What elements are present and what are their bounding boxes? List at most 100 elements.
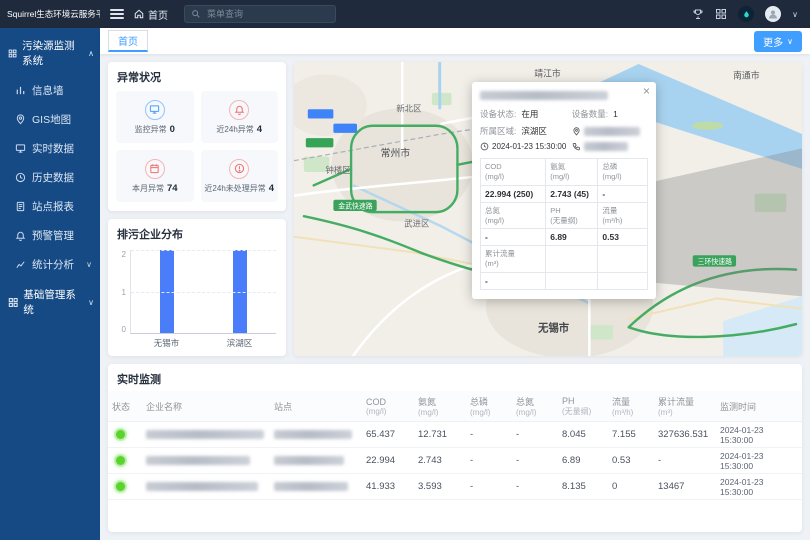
menu-search[interactable] <box>184 5 336 23</box>
topbar-actions: ∨ <box>692 6 810 22</box>
chevron-up-icon: ∧ <box>88 49 94 58</box>
bar-chart: 2 1 0 无锡市 滨湖区 <box>108 246 286 356</box>
topbar: Squirrel生态环境云服务平台 首页 ∨ <box>0 0 810 28</box>
realtime-table: 状态 企业名称 站点 COD(mg/l) 氨氮(mg/l) 总磷(mg/l) 总… <box>108 391 802 500</box>
sidebar-item-warning-mgmt[interactable]: 预警管理 <box>0 221 100 250</box>
status-dot <box>116 430 125 439</box>
map-label-city: 靖江市 <box>534 67 561 78</box>
popup-info: 设备状态:在用 设备数量:1 所属区域:滨湖区 2024-01-23 15:30… <box>480 108 648 151</box>
table-row[interactable]: 41.933 3.593 - - 8.135 0 13467 2024-01-2… <box>108 474 802 500</box>
more-button[interactable]: 更多 ∨ <box>754 31 802 52</box>
poi-chip <box>306 138 334 147</box>
apps-grid-icon[interactable] <box>715 8 727 20</box>
redacted-phone <box>584 142 628 151</box>
left-column: 异常状况 监控异常0 <box>108 62 286 356</box>
abnormal-status-card: 异常状况 监控异常0 <box>108 62 286 211</box>
device-status: 在用 <box>521 108 538 120</box>
calendar-icon <box>145 159 165 179</box>
bar-category-label: 无锡市 <box>154 337 180 348</box>
clock-icon <box>15 172 26 183</box>
location-pin-icon <box>572 127 581 136</box>
main-area: 首页 更多 ∨ 异常状况 <box>100 28 810 540</box>
region: 滨湖区 <box>521 125 547 137</box>
water-drop-logo[interactable] <box>738 6 754 22</box>
tabs-bar: 首页 更多 ∨ <box>100 28 810 54</box>
metric-value: - <box>481 229 546 246</box>
user-avatar[interactable] <box>765 6 781 22</box>
bar-0 <box>160 250 174 333</box>
stat-value: 74 <box>167 183 178 194</box>
sidebar: 污染源监测系统 ∧ 信息墙 GIS地图 实时数据 历史数据 站点报表 <box>0 28 100 540</box>
redacted-enterprise-name <box>146 430 264 439</box>
sidebar-group-label: 污染源监测系统 <box>22 38 83 68</box>
redacted-station-name <box>274 456 344 465</box>
breadcrumb-home[interactable]: 首页 <box>134 7 168 22</box>
brand-title: Squirrel生态环境云服务平台 <box>0 8 100 20</box>
popup-metrics-grid: COD(mg/l) 氨氮(mg/l) 总磷(mg/l) 22.994 (250)… <box>480 158 648 290</box>
stat-month-abnormal: 本月异常74 <box>116 150 194 202</box>
y-tick: 0 <box>122 325 126 334</box>
y-tick: 1 <box>122 288 126 297</box>
line-chart-icon <box>15 259 26 270</box>
metric-value: - <box>598 186 648 203</box>
monitor-icon <box>145 100 165 120</box>
map-label-city: 无锡市 <box>537 321 569 334</box>
chevron-down-icon[interactable]: ∨ <box>792 10 798 19</box>
panel-title: 排污企业分布 <box>108 219 286 246</box>
sidebar-group-base-system[interactable]: 基础管理系统 ∨ <box>0 279 100 325</box>
alert-icon <box>229 159 249 179</box>
gis-map[interactable]: 靖江市 南通市 新北区 常州市 钟楼区 武进区 无锡市 金武快速路 <box>294 62 802 356</box>
table-row[interactable]: 65.437 12.731 - - 8.045 7.155 327636.531… <box>108 422 802 448</box>
road-label-chip: 三环快速路 <box>693 255 736 266</box>
sidebar-item-history-data[interactable]: 历史数据 <box>0 163 100 192</box>
sidebar-item-info-wall[interactable]: 信息墙 <box>0 76 100 105</box>
search-input[interactable] <box>205 8 329 20</box>
clock-icon <box>480 142 489 151</box>
trophy-icon[interactable] <box>692 8 704 20</box>
stat-value: 4 <box>257 124 262 135</box>
map-pin-icon <box>15 114 26 125</box>
stat-grid: 监控异常0 近24h异常4 <box>108 89 286 211</box>
panel-title: 异常状况 <box>108 62 286 89</box>
redacted-enterprise-name <box>146 482 258 491</box>
y-tick: 2 <box>122 250 126 259</box>
popup-time: 2024-01-23 15:30:00 <box>492 142 566 151</box>
sidebar-group-label: 基础管理系统 <box>23 287 83 317</box>
sidebar-group-pollution-system[interactable]: 污染源监测系统 ∧ <box>0 30 100 76</box>
map-label-city: 南通市 <box>733 69 760 80</box>
tab-home[interactable]: 首页 <box>108 30 148 52</box>
stat-24h-unhandled: 近24h未处理异常4 <box>201 150 279 202</box>
stat-24h-abnormal: 近24h异常4 <box>201 91 279 143</box>
bell-icon <box>229 100 249 120</box>
bars-icon <box>15 85 26 96</box>
table-row[interactable]: 22.994 2.743 - - 6.89 0.53 - 2024-01-23 … <box>108 448 802 474</box>
poi-chip <box>333 124 357 133</box>
enterprise-distribution-card: 排污企业分布 2 1 0 无锡市 滨湖区 <box>108 219 286 356</box>
chevron-down-icon: ∨ <box>86 260 96 269</box>
metric-value: 2.743 (45) <box>546 186 598 203</box>
redacted-station-name <box>274 430 352 439</box>
redacted-station-name <box>274 482 348 491</box>
status-dot <box>116 456 125 465</box>
stat-value: 4 <box>269 183 274 194</box>
chevron-down-icon: ∨ <box>787 37 793 46</box>
map-label-district: 武进区 <box>404 217 430 228</box>
sidebar-item-gis-map[interactable]: GIS地图 <box>0 105 100 134</box>
stat-monitoring-abnormal: 监控异常0 <box>116 91 194 143</box>
search-icon <box>191 9 201 19</box>
bar-category-label: 滨湖区 <box>227 337 253 348</box>
panel-title: 实时监测 <box>108 364 802 391</box>
bar-chart-categories: 无锡市 滨湖区 <box>130 334 276 348</box>
sidebar-item-stats-analysis[interactable]: 统计分析 ∨ <box>0 250 100 279</box>
metric-value: - <box>481 273 546 290</box>
close-icon[interactable]: × <box>643 85 650 97</box>
bar-chart-plot <box>130 250 276 334</box>
menu-icon[interactable] <box>110 7 124 21</box>
sidebar-item-station-report[interactable]: 站点报表 <box>0 192 100 221</box>
home-icon <box>134 9 144 19</box>
redacted-address <box>584 127 640 136</box>
status-dot <box>116 482 125 491</box>
sidebar-item-realtime-data[interactable]: 实时数据 <box>0 134 100 163</box>
grid-icon <box>8 48 17 59</box>
report-icon <box>15 201 26 212</box>
